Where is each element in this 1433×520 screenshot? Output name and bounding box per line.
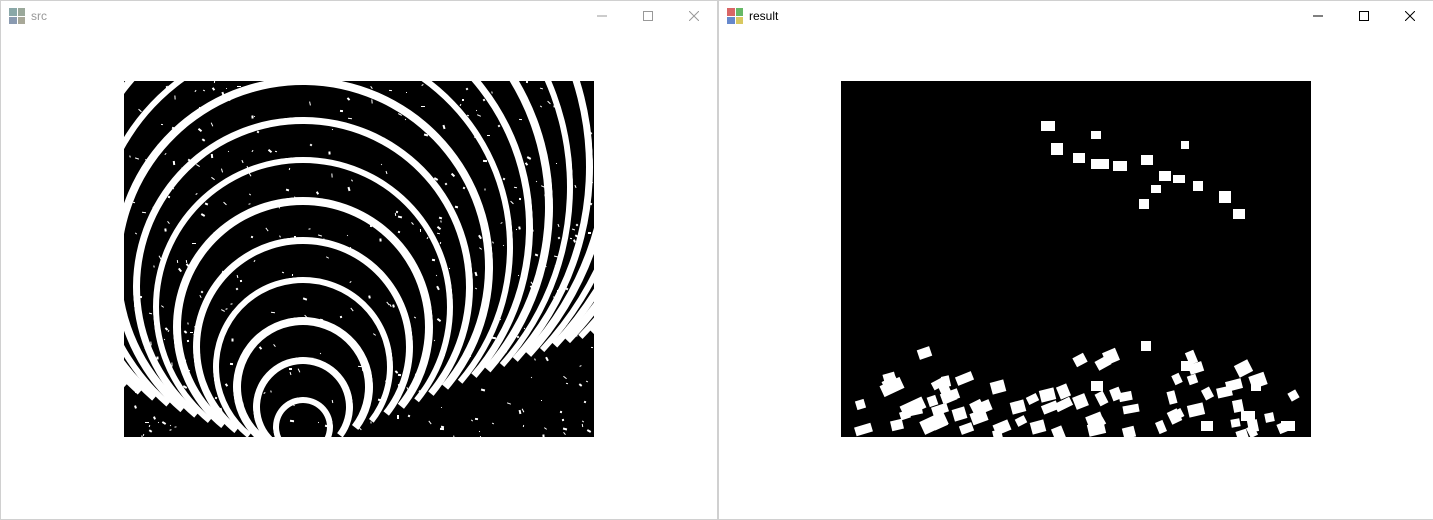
close-icon: [689, 11, 699, 21]
window-title: result: [749, 9, 778, 23]
minimize-button[interactable]: [1295, 1, 1341, 31]
result-image: [841, 81, 1311, 437]
content-area-src: [1, 31, 717, 519]
window-src: src: [0, 0, 718, 520]
app-icon: [727, 8, 743, 24]
content-area-result: [719, 31, 1433, 519]
src-image: [124, 81, 594, 437]
minimize-icon: [1313, 11, 1323, 21]
close-button[interactable]: [671, 1, 717, 31]
close-button[interactable]: [1387, 1, 1433, 31]
maximize-button[interactable]: [625, 1, 671, 31]
maximize-button[interactable]: [1341, 1, 1387, 31]
minimize-button[interactable]: [579, 1, 625, 31]
close-icon: [1405, 11, 1415, 21]
titlebar-result[interactable]: result: [719, 1, 1433, 31]
window-title: src: [31, 9, 47, 23]
window-result: result: [718, 0, 1433, 520]
app-icon: [9, 8, 25, 24]
window-controls: [579, 1, 717, 31]
window-controls: [1295, 1, 1433, 31]
maximize-icon: [643, 11, 653, 21]
maximize-icon: [1359, 11, 1369, 21]
titlebar-src[interactable]: src: [1, 1, 717, 31]
minimize-icon: [597, 11, 607, 21]
